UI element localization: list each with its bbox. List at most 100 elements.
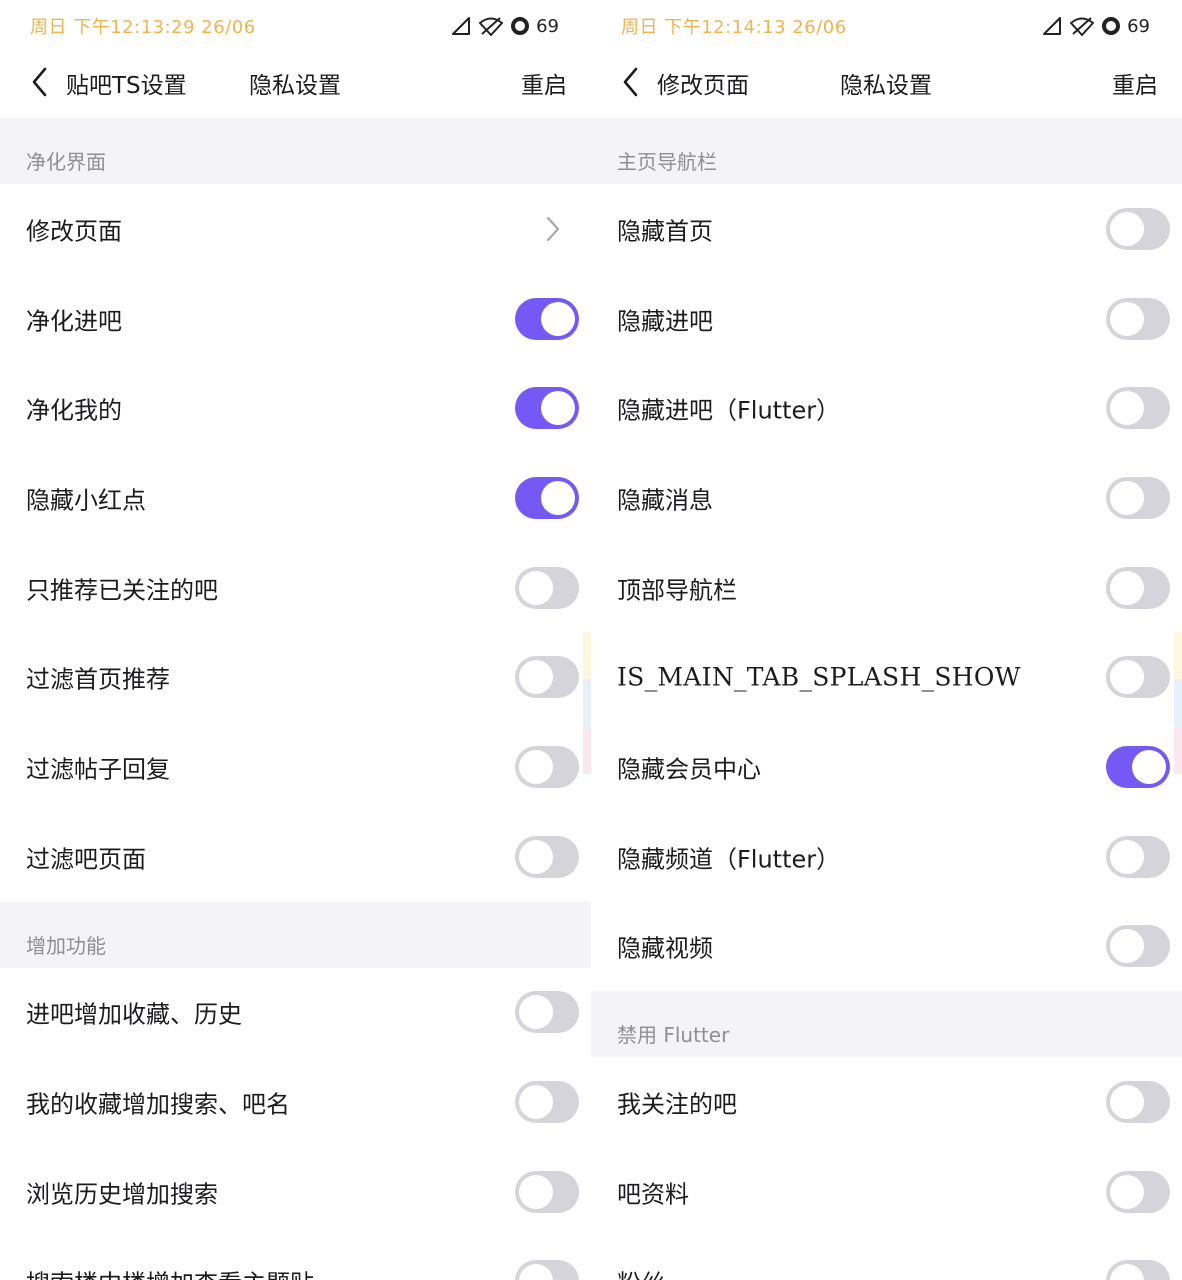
row-label: 我的收藏增加搜索、吧名 (26, 1090, 290, 1119)
row-label: 只推荐已关注的吧 (26, 576, 218, 605)
toggle-knob (519, 749, 553, 784)
page-title: 修改页面 (657, 73, 749, 99)
list-item: 过滤首页推荐 (0, 632, 591, 723)
list-item: 隐藏小红点 (0, 453, 591, 543)
back-button[interactable] (22, 64, 58, 100)
settings-list: 主页导航栏 隐藏首页 隐藏进吧 隐藏进吧（Flutter） 隐藏消息 顶部导航栏 (591, 118, 1182, 1280)
back-arrow-icon (623, 67, 638, 97)
toggle-switch[interactable] (515, 1260, 579, 1280)
toggle-switch[interactable] (1106, 835, 1170, 878)
list-item: 进吧增加收藏、历史 (0, 967, 591, 1058)
restart-button[interactable]: 重启 (1112, 66, 1158, 100)
row-label: IS_MAIN_TAB_SPLASH_SHOW (617, 662, 1021, 692)
toggle-knob (1110, 480, 1144, 515)
toggle-switch[interactable] (515, 835, 579, 878)
list-item-modify-page[interactable]: 修改页面 (0, 184, 591, 274)
toggle-switch[interactable] (515, 745, 579, 788)
toggle-knob (519, 570, 553, 605)
list-item: 隐藏频道（Flutter） (591, 811, 1182, 902)
battery-level: 69 (1127, 15, 1150, 37)
toggle-switch[interactable] (515, 387, 579, 430)
battery-icon (1101, 16, 1121, 36)
back-button[interactable] (613, 64, 649, 100)
chevron-right-icon (546, 216, 560, 241)
settings-list: 净化界面 修改页面 净化进吧 净化我的 隐藏小红点 只推荐已关注的吧 过滤首页推… (0, 118, 591, 1280)
toggle-switch[interactable] (515, 476, 579, 519)
list-item: 隐藏消息 (591, 453, 1182, 543)
toggle-knob (519, 660, 553, 695)
row-label: 净化我的 (26, 396, 122, 425)
privacy-settings-link[interactable]: 隐私设置 (249, 66, 341, 100)
signal-icon (450, 15, 472, 37)
toggle-knob (1110, 391, 1144, 426)
list-item: 隐藏首页 (591, 184, 1182, 274)
toggle-knob (1110, 660, 1144, 695)
toggle-switch[interactable] (1106, 745, 1170, 788)
row-label: 修改页面 (26, 217, 122, 246)
toggle-switch[interactable] (1106, 656, 1170, 699)
back-arrow-icon (32, 67, 47, 97)
left-screen: 周日 下午12:13:29 26/06 69 贴吧TS设置 隐私设置 重启 净化… (0, 0, 591, 1280)
status-time: 周日 下午12:13:29 26/06 (30, 17, 256, 38)
toggle-switch[interactable] (1106, 925, 1170, 968)
toggle-switch[interactable] (1106, 1081, 1170, 1124)
list-item: 我关注的吧 (591, 1057, 1182, 1147)
toggle-switch[interactable] (1106, 566, 1170, 609)
list-item: 浏览历史增加搜索 (0, 1146, 591, 1237)
row-label: 过滤首页推荐 (26, 665, 170, 694)
toggle-switch[interactable] (515, 297, 579, 340)
toggle-switch[interactable] (515, 991, 579, 1034)
toggle-knob (541, 480, 575, 515)
row-label: 隐藏频道（Flutter） (617, 845, 841, 874)
section-header: 增加功能 (0, 901, 591, 968)
list-item: 只推荐已关注的吧 (0, 542, 591, 633)
toggle-knob (519, 1085, 553, 1120)
status-bar: 周日 下午12:13:29 26/06 69 (0, 0, 591, 52)
signal-icon (1041, 15, 1063, 37)
right-screen: 周日 下午12:14:13 26/06 69 修改页面 隐私设置 重启 主页导航… (591, 0, 1182, 1280)
row-label: 吧资料 (617, 1180, 689, 1209)
list-item: 顶部导航栏 (591, 542, 1182, 633)
toggle-switch[interactable] (515, 1170, 579, 1213)
toggle-switch[interactable] (1106, 476, 1170, 519)
status-icons: 69 (450, 12, 559, 40)
list-item: 吧资料 (591, 1146, 1182, 1237)
toggle-knob (519, 839, 553, 874)
page-title: 贴吧TS设置 (66, 73, 187, 99)
toggle-knob (1110, 211, 1144, 246)
section-header: 主页导航栏 (591, 118, 1182, 184)
toggle-knob (1110, 929, 1144, 964)
toggle-knob (1110, 839, 1144, 874)
toggle-switch[interactable] (1106, 387, 1170, 430)
row-label: 我关注的吧 (617, 1090, 737, 1119)
status-bar: 周日 下午12:14:13 26/06 69 (591, 0, 1182, 52)
no-wifi-icon (478, 15, 504, 37)
toggle-switch[interactable] (1106, 1260, 1170, 1280)
list-item: 隐藏视频 (591, 901, 1182, 992)
row-label: 搜索楼中楼增加查看主题贴 (26, 1264, 314, 1280)
toggle-switch[interactable] (515, 1081, 579, 1124)
row-label: 顶部导航栏 (617, 576, 737, 605)
toggle-switch[interactable] (1106, 207, 1170, 250)
list-item: 净化进吧 (0, 273, 591, 364)
list-item: 净化我的 (0, 363, 591, 454)
privacy-settings-link[interactable]: 隐私设置 (840, 66, 932, 100)
toggle-knob (1110, 301, 1144, 336)
row-label: 隐藏消息 (617, 486, 713, 515)
toggle-knob (1110, 1264, 1144, 1280)
toggle-switch[interactable] (1106, 297, 1170, 340)
row-label: 隐藏进吧（Flutter） (617, 396, 841, 425)
list-item: 过滤吧页面 (0, 811, 591, 902)
toggle-switch[interactable] (515, 656, 579, 699)
status-icons: 69 (1041, 12, 1150, 40)
toggle-knob (519, 1174, 553, 1209)
toggle-switch[interactable] (515, 566, 579, 609)
toggle-knob (1132, 749, 1166, 784)
section-header: 禁用 Flutter (591, 991, 1182, 1058)
restart-button[interactable]: 重启 (521, 66, 567, 100)
toggle-knob (519, 1264, 553, 1280)
toggle-switch[interactable] (1106, 1170, 1170, 1213)
list-item: IS_MAIN_TAB_SPLASH_SHOW (591, 632, 1182, 723)
toggle-knob (541, 391, 575, 426)
list-item: 我的收藏增加搜索、吧名 (0, 1057, 591, 1147)
